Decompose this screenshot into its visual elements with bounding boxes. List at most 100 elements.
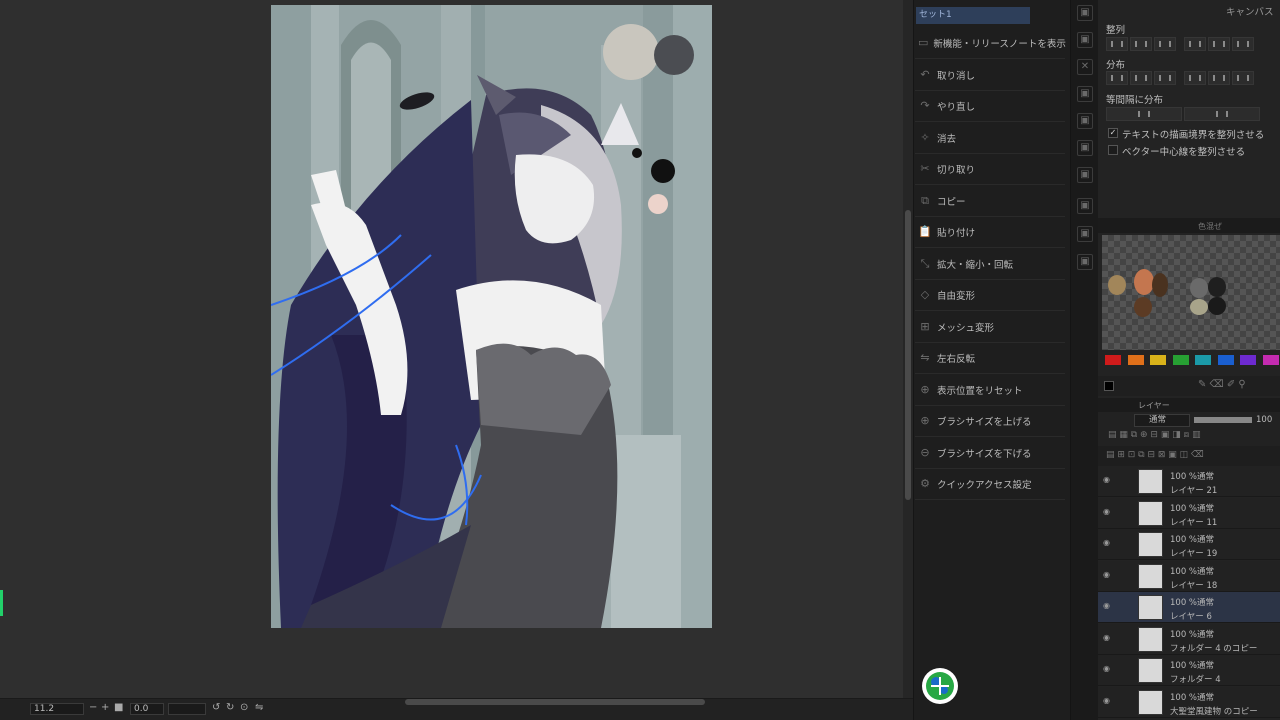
layer-property-icon[interactable]: ▣ [1077,86,1093,102]
blend-mode-select[interactable]: 通常 [1134,414,1190,427]
item-bank-icon[interactable]: ▣ [1077,226,1093,242]
mix-swatch[interactable] [1208,297,1226,315]
color-bar-swatch[interactable] [1172,355,1189,365]
visibility-eye-icon[interactable]: ◉ [1103,633,1113,642]
zoom-out-icon[interactable]: − [89,702,97,713]
align-bottom-button[interactable] [1232,37,1254,51]
visibility-eye-icon[interactable]: ◉ [1103,476,1113,484]
layer-row[interactable]: ◉ 100 %通常 レイヤー 11 [1098,497,1280,529]
visibility-eye-icon[interactable]: ◉ [1103,507,1113,516]
visibility-eye-icon[interactable]: ◉ [1103,570,1113,579]
align-hcenter-button[interactable] [1130,37,1152,51]
rotate-left-icon[interactable]: ↺ [212,702,220,713]
color-mixing-palette[interactable] [1102,235,1280,350]
mix-swatch[interactable] [1208,277,1226,297]
visibility-eye-icon[interactable]: ◉ [1103,696,1113,705]
panel-toggle-icon[interactable]: ▣ [1077,5,1093,21]
color-bar-swatch[interactable] [1127,355,1144,365]
flip-icon[interactable]: ⇋ [255,702,263,713]
quick-access-item[interactable]: ⊕ ブラシサイズを上げる [915,406,1065,437]
layer-row[interactable]: ◉ 100 %通常 レイヤー 6 [1098,592,1280,623]
sub-tool-icon[interactable]: ▣ [1077,32,1093,48]
quick-access-item[interactable]: ⧉ コピー [915,186,1065,217]
layer-tab[interactable]: レイヤー [1138,400,1170,411]
color-bar-swatch[interactable] [1240,355,1256,365]
layer-mode-label: 100 %通常 [1170,535,1215,545]
mix-swatch[interactable] [1190,278,1208,298]
align-left-button[interactable] [1106,37,1128,51]
distribute-vcenter-button[interactable] [1208,71,1230,85]
quick-access-item[interactable]: ⊖ ブラシサイズを下げる [915,438,1065,469]
zoom-field[interactable]: 11.2 [30,703,84,715]
color-bar-swatch[interactable] [1105,355,1121,365]
rotation-slider[interactable] [168,703,206,715]
layer-row[interactable]: ◉ 100 %通常 レイヤー 18 [1098,560,1280,592]
align-top-button[interactable] [1184,37,1206,51]
layer-row[interactable]: ◉ 100 %通常 フォルダー 4 [1098,655,1280,686]
color-mixing-tab[interactable]: 色混ぜ [1198,221,1222,232]
quick-access-item[interactable]: ✂ 切り取り [915,154,1065,185]
color-bar-swatch[interactable] [1262,355,1279,365]
canvas-area[interactable] [0,0,903,698]
quick-access-set-tab[interactable]: セット1 [916,7,1030,24]
quick-access-item[interactable]: ⇋ 左右反転 [915,343,1065,374]
main-color-swatch[interactable] [1104,381,1114,391]
distribute-top-button[interactable] [1184,71,1206,85]
opacity-slider[interactable] [1194,417,1252,423]
quick-access-item[interactable]: ↶ 取り消し [915,60,1065,91]
distribute-bottom-button[interactable] [1232,71,1254,85]
distribute-right-button[interactable] [1154,71,1176,85]
quick-access-item[interactable]: ▭ 新機能・リリースノートを表示 [915,28,1066,59]
mix-swatch[interactable] [1152,273,1168,297]
horizontal-scroll-thumb[interactable] [405,699,705,705]
visibility-eye-icon[interactable]: ◉ [1103,539,1113,547]
equal-spacing-h-button[interactable] [1106,107,1182,121]
distribute-left-button[interactable] [1106,71,1128,85]
vertical-scroll-thumb[interactable] [905,210,911,500]
quick-access-item[interactable]: ◇ 自由変形 [915,280,1065,311]
visibility-eye-icon[interactable]: ◉ [1103,665,1113,673]
vertical-scrollbar[interactable] [903,0,913,698]
align-right-button[interactable] [1154,37,1176,51]
mix-swatch[interactable] [1134,269,1154,295]
mix-swatch[interactable] [1134,297,1152,317]
equal-spacing-v-button[interactable] [1184,107,1260,121]
quick-access-item[interactable]: ⊕ 表示位置をリセット [915,375,1065,406]
canvas-tab[interactable]: キャンバス [1226,4,1274,18]
distribute-hcenter-button[interactable] [1130,71,1152,85]
reset-rotation-icon[interactable]: ⊙ [240,702,248,713]
layer-row[interactable]: ◉ 100 %通常 大聖堂風建物 のコピー [1098,686,1280,718]
layer-row[interactable]: ◉ 100 %通常 レイヤー 21 [1098,466,1280,497]
layer-row[interactable]: ◉ 100 %通常 レイヤー 19 [1098,529,1280,560]
layer-actions-icon[interactable]: ▤ ⊞ ⊡ ⧉ ⊟ ⊠ ▣ ◫ ⌫ [1106,450,1204,460]
history-icon[interactable]: ▣ [1077,167,1093,183]
quick-access-item[interactable]: ✧ 消去 [915,123,1065,154]
quick-access-item[interactable]: ⚙ クイックアクセス設定 [915,469,1065,500]
close-panel-icon[interactable]: ✕ [1077,59,1093,75]
animation-icon[interactable]: ▣ [1077,254,1093,270]
mixing-tools-icon[interactable]: ✎ ⌫ ✐ ⚲ [1198,379,1278,393]
vector-center-checkbox[interactable] [1108,145,1118,155]
visibility-eye-icon[interactable]: ◉ [1103,602,1113,610]
quick-access-item[interactable]: ↷ やり直し [915,91,1065,122]
layer-tools-icon[interactable]: ▤ ▦ ⧉ ⊕ ⊟ ▣ ◨ ⧈ ▥ [1108,430,1201,440]
mix-swatch[interactable] [1190,299,1208,315]
fit-view-icon[interactable]: ■ [114,702,123,713]
quick-access-item[interactable]: 📋 貼り付け [915,217,1065,248]
material-icon[interactable]: ▣ [1077,140,1093,156]
align-vcenter-button[interactable] [1208,37,1230,51]
navigator-icon[interactable]: ▣ [1077,113,1093,129]
rotation-field[interactable]: 0.0 [130,703,164,715]
color-bar-swatch[interactable] [1195,355,1211,365]
artwork-canvas[interactable] [271,5,712,628]
quick-access-item[interactable]: ⊞ メッシュ変形 [915,312,1065,343]
color-bar-swatch[interactable] [1150,355,1166,365]
mix-swatch[interactable] [1108,275,1126,295]
layer-row[interactable]: ◉ 100 %通常 フォルダー 4 のコピー [1098,623,1280,655]
rotate-right-icon[interactable]: ↻ [226,702,234,713]
zoom-in-icon[interactable]: + [101,702,109,713]
quick-access-item[interactable]: ⤡ 拡大・縮小・回転 [915,249,1065,280]
text-bounds-checkbox[interactable]: ✓ [1108,128,1118,138]
auto-action-icon[interactable]: ▣ [1077,198,1093,214]
color-bar-swatch[interactable] [1217,355,1234,365]
